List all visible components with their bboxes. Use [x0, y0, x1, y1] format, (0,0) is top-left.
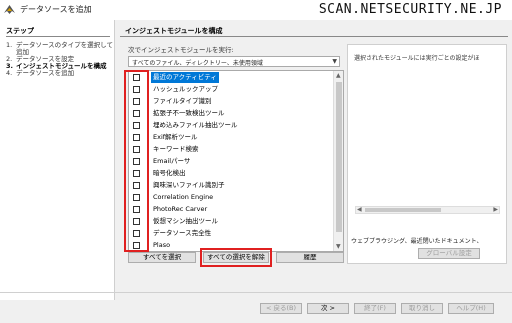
module-label: ファイルタイプ識別 — [153, 97, 212, 105]
module-label: 埋め込みファイル抽出ツール — [153, 121, 238, 129]
highlight-checkboxes-outline — [124, 70, 149, 252]
divider — [0, 292, 512, 293]
divider — [120, 36, 508, 37]
run-on-selected-value: すべてのファイル、ディレクトリー、未使用領域 — [132, 60, 263, 67]
settings-horizontal-scrollbar[interactable]: ◀ ▶ — [355, 206, 500, 214]
module-row[interactable]: 最近のアクティビティ — [129, 72, 334, 83]
module-row[interactable]: PhotoRec Carver — [129, 204, 334, 215]
module-row[interactable]: Correlation Engine — [129, 192, 334, 203]
page-header: インジェストモジュールを構成 — [120, 26, 508, 36]
finish-button[interactable]: 終了(F) — [354, 303, 396, 314]
module-description: ウェブブラウジング、最近閉いたドキュメント、 — [351, 238, 483, 245]
module-label: データソース完全性 — [153, 229, 212, 237]
scroll-left-arrow-icon[interactable]: ◀ — [357, 206, 362, 213]
run-on-label: 次でインジェストモジュールを実行: — [128, 46, 234, 54]
steps-pane: ステップ 1. データソースのタイプを選択して 追加 2. データソースを設定 3.… — [0, 20, 115, 300]
next-button[interactable]: 次 > — [307, 303, 349, 314]
scroll-up-arrow-icon[interactable]: ▲ — [336, 72, 341, 79]
module-row[interactable]: ファイルタイプ識別 — [129, 96, 334, 107]
module-settings-panel: 選択されたモジュールには実行ごとの設定がほ — [347, 44, 507, 264]
scroll-thumb[interactable] — [336, 82, 342, 232]
module-row[interactable]: 暗号化検出 — [129, 168, 334, 179]
ingest-module-list: ▲ ▼ 最近のアクティビティ ハッシュルックアップ ファイルタイプ識別拡張子不一致検… — [128, 70, 344, 252]
module-label: Plaso — [153, 241, 171, 249]
scroll-right-arrow-icon[interactable]: ▶ — [493, 206, 498, 213]
title-bar: データソースを追加 SCAN.NETSECURITY.NE.JP — [0, 0, 512, 20]
settings-placeholder-text: 選択されたモジュールには実行ごとの設定がほ — [354, 55, 480, 62]
window-title: データソースを追加 — [20, 5, 92, 14]
module-label: 拡張子不一致検出ツール — [153, 109, 225, 117]
scroll-thumb[interactable] — [365, 208, 441, 212]
module-row[interactable]: 拡張子不一致検出ツール — [129, 108, 334, 119]
select-all-button[interactable]: すべてを選択 — [128, 252, 196, 263]
history-button[interactable]: 履歴 — [276, 252, 344, 263]
module-label: キーワード検索 — [153, 145, 199, 153]
help-button[interactable]: ヘルプ(H) — [448, 303, 494, 314]
module-row[interactable]: データソース完全性 — [129, 228, 334, 239]
module-label: Correlation Engine — [153, 193, 214, 201]
global-settings-button[interactable]: グローバル設定 — [418, 248, 480, 259]
steps-heading: ステップ — [6, 27, 34, 35]
module-row[interactable]: キーワード検索 — [129, 144, 334, 155]
module-label: 仮想マシン抽出ツール — [153, 217, 218, 225]
module-row[interactable]: 仮想マシン抽出ツール — [129, 216, 334, 227]
watermark-text: SCAN.NETSECURITY.NE.JP — [318, 2, 502, 17]
module-row[interactable]: 埋め込みファイル抽出ツール — [129, 120, 334, 131]
module-row[interactable]: Emailパーサ — [129, 156, 334, 167]
module-label: 最近のアクティビティ — [151, 72, 219, 83]
module-list-scrollbar[interactable]: ▲ ▼ — [333, 71, 343, 251]
page-title: インジェストモジュールを構成 — [125, 27, 223, 35]
module-label: ハッシュルックアップ — [153, 85, 218, 93]
cancel-button[interactable]: 取り消し — [401, 303, 443, 314]
autopsy-logo-icon — [4, 5, 15, 14]
highlight-deselect-outline — [200, 248, 272, 267]
module-label: Exif解析ツール — [153, 133, 198, 141]
module-label: 暗号化検出 — [153, 169, 186, 177]
module-label: PhotoRec Carver — [153, 205, 208, 213]
back-button[interactable]: < 戻る(B) — [260, 303, 302, 314]
module-row[interactable]: ハッシュルックアップ — [129, 84, 334, 95]
module-label: 興味深いファイル識別子 — [153, 181, 225, 189]
run-on-dropdown[interactable]: すべてのファイル、ディレクトリー、未使用領域 ▼ — [128, 56, 340, 67]
scroll-down-arrow-icon[interactable]: ▼ — [336, 243, 341, 250]
module-row[interactable]: Exif解析ツール — [129, 132, 334, 143]
step-4: 4. データソースを追加 — [6, 69, 75, 77]
chevron-down-icon: ▼ — [332, 58, 337, 65]
module-label: Emailパーサ — [153, 157, 191, 165]
module-row[interactable]: 興味深いファイル識別子 — [129, 180, 334, 191]
divider — [6, 36, 110, 37]
